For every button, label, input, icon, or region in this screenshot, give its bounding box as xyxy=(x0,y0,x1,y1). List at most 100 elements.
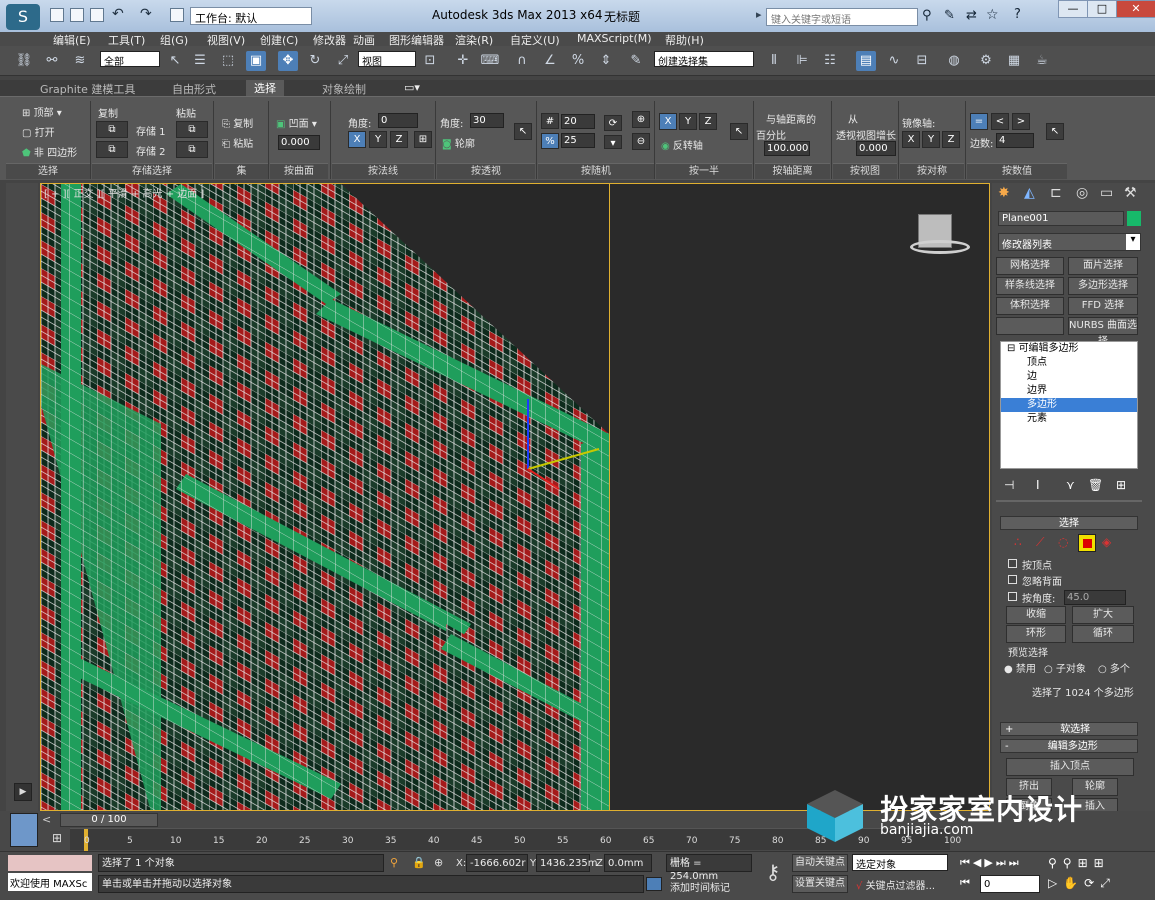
rect-region-icon[interactable]: ⬚ xyxy=(218,51,238,71)
material-editor-icon[interactable]: ◍ xyxy=(944,51,964,71)
stack-edge[interactable]: 边 xyxy=(1001,370,1137,384)
border-mode-icon[interactable]: ◌ xyxy=(1058,535,1068,549)
view-value-field[interactable]: 0.000 xyxy=(856,141,896,156)
render-setup-icon[interactable]: ⚙ xyxy=(976,51,996,71)
by-angle-checkbox[interactable] xyxy=(1008,592,1017,601)
display-tab-icon[interactable]: ▭ xyxy=(1100,185,1113,201)
selection-filter-dropdown[interactable]: 全部 xyxy=(100,51,160,68)
preview-multi-radio[interactable]: ○ 多个 xyxy=(1098,660,1130,675)
key-filters-button[interactable]: √ 关键点过滤器... xyxy=(856,877,935,892)
undo-icon[interactable]: ↶ xyxy=(112,6,124,22)
tab-object-paint[interactable]: 对象绘制 xyxy=(322,81,366,97)
time-prev-icon[interactable]: < xyxy=(42,813,51,826)
snap-toggle-icon[interactable]: ∩ xyxy=(512,51,532,71)
random-percent-icon[interactable]: % xyxy=(541,133,559,149)
insert-vertex-button[interactable]: 插入顶点 xyxy=(1006,758,1134,776)
time-tag-icon[interactable] xyxy=(646,877,662,891)
stored-paste2-button[interactable]: ⧉ xyxy=(176,141,208,158)
set-paste-button[interactable]: ⎗ 粘贴 xyxy=(222,135,253,150)
schematic-view-icon[interactable]: ⊟ xyxy=(912,51,932,71)
normal-y-button[interactable]: Y xyxy=(369,131,387,148)
maximize-button[interactable]: □ xyxy=(1087,0,1117,18)
modifier-stack[interactable]: ⊟ 可编辑多边形 顶点 边 边界 多边形 元素 xyxy=(1000,341,1138,469)
curve-editor-icon[interactable]: ∿ xyxy=(884,51,904,71)
close-button[interactable]: ✕ xyxy=(1116,0,1155,18)
stack-element[interactable]: 元素 xyxy=(1001,412,1137,426)
edge-mode-icon[interactable]: ⟋ xyxy=(1036,535,1044,550)
surface-mode-dropdown[interactable]: ▣ 凹面 ▾ xyxy=(276,115,317,130)
numeric-equal-button[interactable]: = xyxy=(970,113,988,130)
symmetry-y-button[interactable]: Y xyxy=(922,131,940,148)
half-invert-button[interactable]: ◉ 反转轴 xyxy=(661,137,703,152)
random-count-icon[interactable]: # xyxy=(541,113,559,129)
motion-tab-icon[interactable]: ◎ xyxy=(1076,185,1088,201)
binoculars-icon[interactable]: ⚲ xyxy=(922,8,932,23)
half-pick-icon[interactable]: ↖ xyxy=(730,123,748,140)
random-pct-field[interactable]: 25 xyxy=(561,133,595,148)
z-coordinate-field[interactable]: 0.0mm xyxy=(604,854,652,872)
nurbs-select-button[interactable]: NURBS 曲面选择 xyxy=(1068,317,1138,347)
keyboard-shortcut-icon[interactable]: ⌨ xyxy=(480,51,500,71)
maxscript-listener-field[interactable] xyxy=(8,855,92,871)
viewport-nav-bottom[interactable]: ▷✋⟳⤢ xyxy=(1048,876,1116,891)
auto-key-button[interactable]: 自动关键点 xyxy=(792,854,848,872)
persp-pick-icon[interactable]: ↖ xyxy=(514,123,532,140)
render-teapot-icon[interactable]: ☕ xyxy=(1032,51,1052,71)
tab-graphite[interactable]: Graphite 建模工具 xyxy=(40,81,135,97)
link-icon[interactable]: ⛓ xyxy=(14,51,34,71)
symmetry-z-button[interactable]: Z xyxy=(942,131,960,148)
window-crossing-icon[interactable]: ▣ xyxy=(246,51,266,71)
select-top-button[interactable]: ⊞ 顶部 ▾ xyxy=(22,104,62,119)
vol-select-button[interactable]: 体积选择 xyxy=(996,297,1064,315)
rollout-selection-header[interactable]: 选择 xyxy=(1000,516,1138,530)
vertex-mode-icon[interactable]: ∴ xyxy=(1014,535,1022,549)
random-select-icon[interactable]: ⊕ xyxy=(632,111,650,128)
symmetry-x-button[interactable]: X xyxy=(902,131,920,148)
stored-paste1-button[interactable]: ⧉ xyxy=(176,121,208,138)
x-coordinate-field[interactable]: -1666.602r xyxy=(466,854,528,872)
tab-freeform[interactable]: 自由形式 xyxy=(172,81,216,97)
pivot-value-field[interactable]: 100.000 xyxy=(764,141,810,156)
absolute-mode-icon[interactable]: ⊕ xyxy=(434,856,443,869)
bind-spacewarp-icon[interactable]: ≋ xyxy=(70,51,90,71)
stack-border[interactable]: 边界 xyxy=(1001,384,1137,398)
percent-snap-icon[interactable]: % xyxy=(568,51,588,71)
expand-arrow-icon[interactable]: ▶ xyxy=(14,783,32,801)
rotate-icon[interactable]: ↻ xyxy=(305,51,325,71)
random-options-icon[interactable]: ▾ xyxy=(604,135,622,149)
layer-manager-icon[interactable]: ☷ xyxy=(820,51,840,71)
persp-angle-field[interactable]: 30 xyxy=(470,113,504,128)
pin-stack-icon[interactable]: ⊣ xyxy=(1004,478,1014,492)
rollout-edit-polygons-header[interactable]: - 编辑多边形 xyxy=(1000,739,1138,753)
make-unique-icon[interactable]: ⋎ xyxy=(1066,478,1075,492)
configure-sets-icon[interactable]: ⊞ xyxy=(1116,478,1126,492)
viewport-nav-top[interactable]: ⚲⚲⊞⊞ xyxy=(1048,856,1110,870)
random-go-icon[interactable]: ⟳ xyxy=(604,115,622,131)
patch-select-button[interactable]: 面片选择 xyxy=(1068,257,1138,275)
rollout-soft-selection-header[interactable]: + 软选择 xyxy=(1000,722,1138,736)
ring-button[interactable]: 环形 xyxy=(1006,625,1066,643)
by-angle-field[interactable]: 45.0 xyxy=(1064,590,1126,605)
scale-icon[interactable]: ⤢ xyxy=(333,51,353,71)
stored-copy2-button[interactable]: ⧉ xyxy=(96,141,128,158)
favorite-star-icon[interactable]: ☆ xyxy=(986,7,999,23)
spline-select-button[interactable]: 样条线选择 xyxy=(996,277,1064,295)
poly-select-button[interactable]: 多边形选择 xyxy=(1068,277,1138,295)
playback-controls[interactable]: ⏮◀▶⏭⏭ xyxy=(960,856,1022,870)
lock-icon[interactable]: 🔒 xyxy=(412,856,426,869)
help-icon[interactable]: ? xyxy=(1014,7,1021,22)
preview-disabled-radio[interactable]: ● 禁用 xyxy=(1004,660,1036,675)
normal-invert-icon[interactable]: ⊞ xyxy=(414,131,432,148)
hierarchy-tab-icon[interactable]: ⊏ xyxy=(1050,185,1062,201)
y-coordinate-field[interactable]: 1436.235m xyxy=(536,854,597,872)
edit-named-sel-icon[interactable]: ✎ xyxy=(626,51,646,71)
remove-modifier-icon[interactable]: 🗑 xyxy=(1088,478,1103,492)
numeric-greater-button[interactable]: > xyxy=(1012,113,1030,130)
object-name-field[interactable]: Plane001 xyxy=(998,211,1124,226)
isolate-icon[interactable]: ⚲ xyxy=(390,856,398,869)
align-icon[interactable]: ⊫ xyxy=(792,51,812,71)
search-input[interactable]: 键入关键字或短语 xyxy=(766,8,918,26)
create-tab-icon[interactable]: ✸ xyxy=(998,185,1010,201)
select-nonquad-button[interactable]: ⬟ 非 四边形 xyxy=(22,144,77,159)
normal-angle-field[interactable]: 0 xyxy=(378,113,418,128)
